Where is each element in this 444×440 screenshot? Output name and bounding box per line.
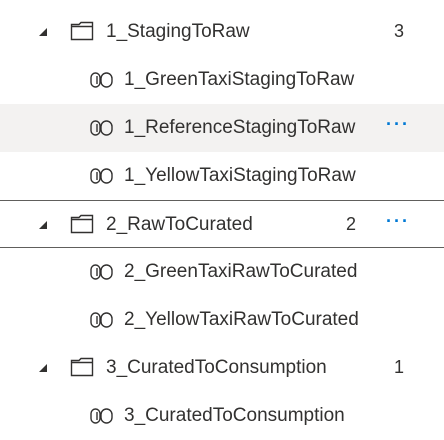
pipeline-icon xyxy=(90,407,114,425)
pipeline-icon xyxy=(90,311,114,329)
pipeline-icon xyxy=(90,263,114,281)
folder-row-2[interactable]: 2_RawToCurated 2 ··· xyxy=(0,200,444,248)
folder-name: 1_StagingToRaw xyxy=(106,21,250,42)
folder-row-3[interactable]: 3_CuratedToConsumption 1 xyxy=(0,344,444,392)
item-count: 2 xyxy=(346,214,357,234)
pipeline-icon xyxy=(90,119,114,137)
folder-name: 3_CuratedToConsumption xyxy=(106,357,327,378)
folder-name: 2_RawToCurated xyxy=(106,214,253,235)
folder-row-1[interactable]: 1_StagingToRaw 3 xyxy=(0,8,444,56)
pipeline-tree: 1_StagingToRaw 3 1_GreenTaxiStagingToRaw… xyxy=(0,0,444,440)
pipeline-name: 1_YellowTaxiStagingToRaw xyxy=(124,165,356,186)
pipeline-icon xyxy=(90,167,114,185)
collapse-caret-icon[interactable] xyxy=(36,218,50,232)
more-actions-button[interactable]: ··· xyxy=(386,114,414,134)
pipeline-icon xyxy=(90,71,114,89)
pipeline-row[interactable]: 1_GreenTaxiStagingToRaw xyxy=(0,56,444,104)
item-count: 3 xyxy=(394,21,405,41)
pipeline-name: 2_GreenTaxiRawToCurated xyxy=(124,261,358,282)
more-actions-button[interactable]: ··· xyxy=(386,211,414,231)
collapse-caret-icon[interactable] xyxy=(36,361,50,375)
pipeline-row[interactable]: 1_ReferenceStagingToRaw ··· xyxy=(0,104,444,152)
folder-icon xyxy=(70,214,94,234)
pipeline-name: 2_YellowTaxiRawToCurated xyxy=(124,309,359,330)
pipeline-name: 3_CuratedToConsumption xyxy=(124,405,345,426)
folder-icon xyxy=(70,357,94,377)
pipeline-row[interactable]: 2_YellowTaxiRawToCurated xyxy=(0,296,444,344)
pipeline-name: 1_GreenTaxiStagingToRaw xyxy=(124,69,355,90)
pipeline-row[interactable]: 1_YellowTaxiStagingToRaw xyxy=(0,152,444,200)
pipeline-name: 1_ReferenceStagingToRaw xyxy=(124,117,356,138)
item-count: 1 xyxy=(394,357,405,377)
folder-icon xyxy=(70,21,94,41)
pipeline-row[interactable]: 2_GreenTaxiRawToCurated xyxy=(0,248,444,296)
pipeline-row[interactable]: 3_CuratedToConsumption xyxy=(0,392,444,440)
collapse-caret-icon[interactable] xyxy=(36,25,50,39)
